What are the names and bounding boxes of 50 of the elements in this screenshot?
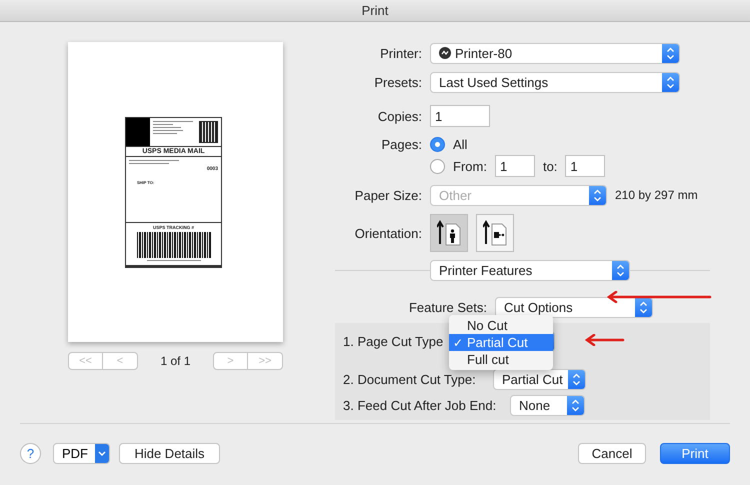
page-range-radio[interactable]: [430, 158, 445, 174]
window-title: Print: [0, 0, 750, 22]
page-indicator: 1 of 1: [160, 354, 191, 368]
feature-select[interactable]: Partial Cut: [493, 368, 586, 390]
stepper-icon: [612, 260, 629, 280]
paper-size-label: Paper Size:: [354, 188, 422, 202]
from-field[interactable]: 1: [494, 155, 535, 177]
stepper-icon: [635, 298, 652, 316]
landscape-page-icon: [483, 220, 507, 246]
logo-block: [126, 118, 150, 146]
printer-label: Printer:: [379, 46, 422, 60]
presets-select[interactable]: Last Used Settings: [430, 72, 680, 92]
presets-label: Presets:: [373, 74, 422, 90]
hide-details-button[interactable]: Hide Details: [119, 443, 220, 464]
section-select[interactable]: Printer Features: [430, 260, 630, 280]
paper-dimensions: 210 by 297 mm: [615, 188, 698, 202]
to-label: to:: [542, 158, 558, 174]
menu-item[interactable]: ✓ Partial Cut: [449, 334, 553, 351]
all-pages-label: All: [453, 136, 468, 152]
copies-field[interactable]: 1: [430, 105, 490, 127]
stepper-icon: [662, 72, 679, 92]
orientation-button[interactable]: [476, 214, 514, 252]
to-field[interactable]: 1: [565, 155, 606, 177]
feature-label: 2. Document Cut Type:: [343, 372, 476, 386]
feature-label: 3. Feed Cut After Job End:: [343, 398, 496, 412]
portrait-page-icon: [437, 220, 461, 246]
annotation-arrow: [585, 334, 625, 346]
menu-item[interactable]: Full cut: [449, 351, 553, 368]
stepper-icon: [589, 186, 606, 204]
barcode-icon: [136, 232, 210, 258]
stepper-icon: [568, 370, 585, 388]
stepper-icon: [662, 44, 679, 62]
from-label: From:: [453, 158, 487, 174]
all-pages-radio[interactable]: [430, 136, 445, 152]
help-button[interactable]: ?: [20, 443, 41, 464]
feature-sets-select[interactable]: Cut Options: [495, 296, 653, 318]
feature-label: 1. Page Cut Type: [343, 334, 444, 348]
printer-select[interactable]: Printer-80: [430, 42, 680, 64]
stepper-icon: [567, 396, 584, 414]
feature-select[interactable]: None: [510, 394, 585, 416]
copies-label: Copies:: [376, 108, 422, 124]
feature-sets-label: Feature Sets:: [408, 300, 487, 314]
cancel-button[interactable]: Cancel: [578, 443, 646, 464]
pages-label: Pages:: [380, 136, 422, 152]
menu-item[interactable]: No Cut: [449, 317, 553, 334]
orientation-button[interactable]: [430, 214, 468, 252]
printer-status-icon: [439, 47, 451, 59]
chevron-down-icon: [95, 444, 109, 463]
pdf-menu-button[interactable]: PDF: [53, 443, 110, 464]
orientation-label: Orientation:: [354, 226, 422, 240]
